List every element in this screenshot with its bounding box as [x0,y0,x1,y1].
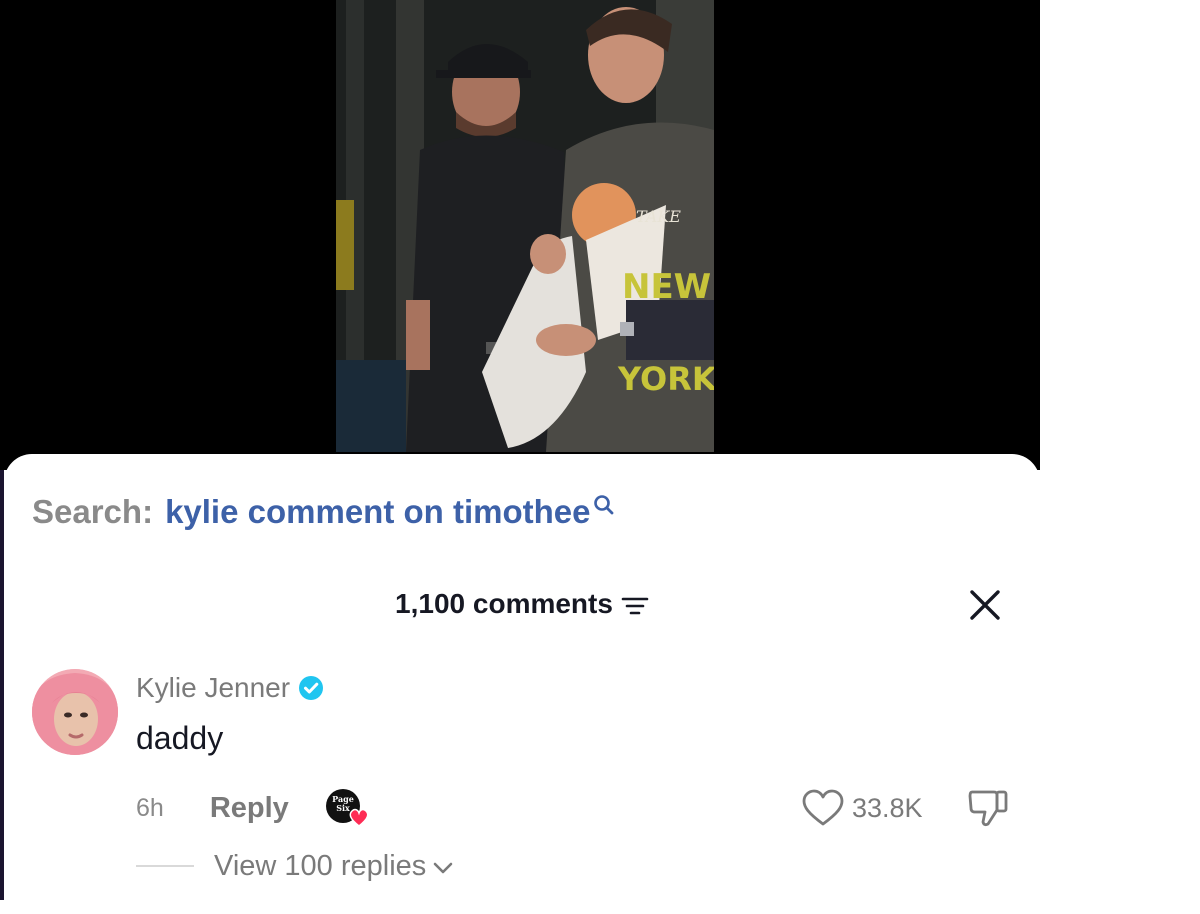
dislike-button[interactable] [966,788,1010,833]
search-suggestion[interactable]: Search: kylie comment on timothee [32,490,615,534]
like-button[interactable]: 33.8K [802,788,923,828]
comments-count: 1,100 comments [395,588,613,619]
author-name[interactable]: Kylie Jenner [136,672,290,704]
close-button[interactable] [962,582,1008,628]
like-count: 33.8K [852,792,923,823]
view-replies-label[interactable]: View 100 replies [214,850,426,883]
avatar[interactable] [32,669,118,755]
comment-text: daddy [136,720,224,756]
thumbs-down-icon[interactable] [966,788,1010,828]
comment-meta: 6h Reply Page Six [136,786,371,830]
search-query-link[interactable]: kylie comment on timothee [165,493,590,531]
video-player[interactable]: TAKE NEW YORK [0,0,1040,470]
chevron-down-icon[interactable] [432,861,454,875]
svg-text:TAKE: TAKE [636,207,681,226]
creator-liked-badge: Page Six [325,788,371,828]
video-frame[interactable]: TAKE NEW YORK [336,0,714,452]
comment-timestamp: 6h [136,793,164,822]
comments-panel: Search: kylie comment on timothee 1,100 … [4,454,1040,914]
replies-divider [136,865,194,867]
avatar-image [32,669,118,755]
heart-icon[interactable] [802,789,844,827]
verified-badge-icon [299,676,324,700]
comment-author[interactable]: Kylie Jenner [136,672,324,704]
search-icon[interactable] [593,494,615,516]
svg-text:YORK: YORK [617,360,714,398]
reply-button[interactable]: Reply [210,792,289,825]
filter-icon[interactable] [621,595,649,617]
video-still: TAKE NEW YORK [336,0,714,452]
comments-header: 1,100 comments [4,584,1040,624]
liked-by-creator-icon: Page Six [325,789,369,827]
view-replies-button[interactable]: View 100 replies [136,846,454,886]
search-label: Search: [32,493,154,530]
close-icon[interactable] [969,589,1001,621]
svg-text:Six: Six [336,803,350,813]
